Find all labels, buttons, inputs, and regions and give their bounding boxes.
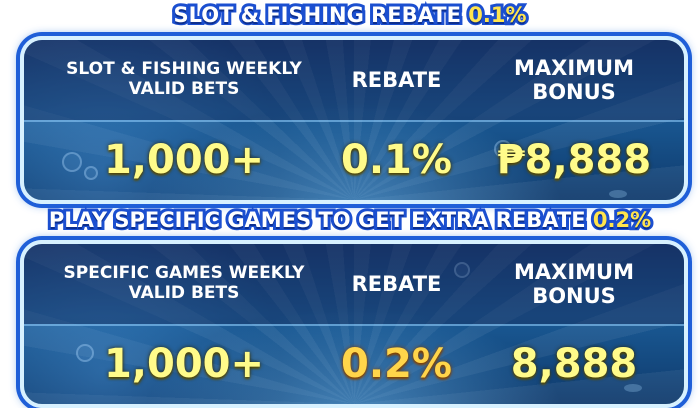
table-divider — [24, 120, 684, 122]
column-header-rebate: REBATE — [351, 271, 442, 296]
section-1-headline-text: SLOT & FISHING REBATE — [170, 0, 463, 30]
column-header-maximum-bonus: MAXIMUM BONUS — [513, 55, 634, 104]
section-2-rebate-table: SPECIFIC GAMES WEEKLY VALID BETS REBATE … — [20, 240, 688, 408]
section-1-rebate-table: SLOT & FISHING WEEKLY VALID BETS REBATE … — [20, 36, 688, 204]
value-weekly-valid-bets: 1,000+ — [103, 137, 265, 183]
section-1-headline-rate: 0.1% — [465, 0, 529, 30]
section-2-headline: PLAY SPECIFIC GAMES TO GET EXTRA REBATE … — [0, 205, 700, 235]
value-maximum-bonus: ₱8,888 — [496, 137, 652, 183]
column-header-maximum-bonus: MAXIMUM BONUS — [513, 259, 634, 308]
column-header-rebate: REBATE — [351, 67, 442, 92]
table-divider — [24, 324, 684, 326]
value-weekly-valid-bets: 1,000+ — [103, 341, 265, 387]
column-header-weekly-valid-bets: SPECIFIC GAMES WEEKLY VALID BETS — [63, 263, 305, 303]
value-rebate: 0.2% — [341, 341, 452, 387]
value-maximum-bonus: 8,888 — [510, 341, 638, 387]
section-1-headline: SLOT & FISHING REBATE 0.1% — [0, 0, 700, 30]
section-2-headline-rate: 0.2% — [590, 205, 654, 235]
section-2-headline-text: PLAY SPECIFIC GAMES TO GET EXTRA REBATE — [46, 205, 589, 235]
column-header-weekly-valid-bets: SLOT & FISHING WEEKLY VALID BETS — [66, 59, 302, 99]
value-rebate: 0.1% — [341, 137, 452, 183]
